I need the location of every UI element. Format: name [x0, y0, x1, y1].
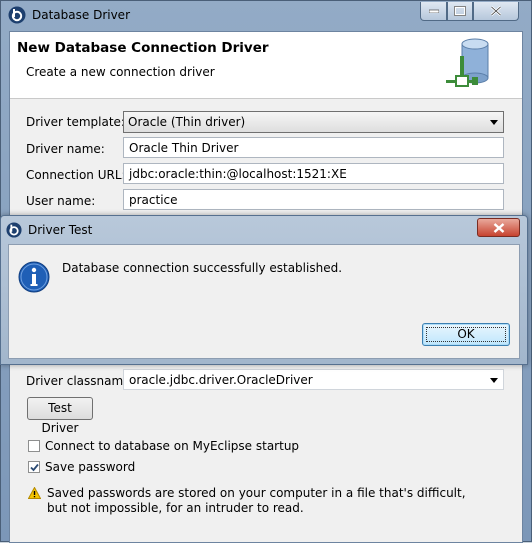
- driver-template-select[interactable]: Oracle (Thin driver): [123, 111, 504, 133]
- connection-url-field[interactable]: jdbc:oracle:thin:@localhost:1521:XE: [123, 163, 504, 184]
- focus-ring: [426, 327, 506, 342]
- driver-template-label: Driver template:: [26, 115, 125, 129]
- connect-on-startup-label: Connect to database on MyEclipse startup: [45, 439, 300, 453]
- dialog-title-bar[interactable]: Driver Test: [1, 216, 527, 244]
- save-password-checkbox[interactable]: [28, 461, 40, 473]
- window-title-bar[interactable]: Database Driver: [1, 1, 531, 31]
- chevron-down-icon: [490, 120, 498, 125]
- warning-icon: [28, 487, 41, 499]
- ok-button[interactable]: OK: [422, 323, 510, 346]
- wizard-banner: New Database Connection Driver Create a …: [10, 32, 522, 99]
- save-password-label: Save password: [45, 460, 136, 474]
- connect-on-startup-checkbox[interactable]: [28, 440, 40, 452]
- maximize-button[interactable]: [447, 2, 473, 21]
- driver-test-dialog: Driver Test Database connection successf…: [0, 215, 528, 365]
- maximize-icon: [454, 6, 466, 16]
- close-button[interactable]: [473, 2, 519, 21]
- test-driver-button[interactable]: Test Driver: [27, 397, 93, 435]
- window-title: Database Driver: [32, 8, 130, 22]
- driver-classname-select[interactable]: oracle.jdbc.driver.OracleDriver: [123, 369, 504, 390]
- user-name-label: User name:: [26, 194, 96, 208]
- chevron-down-icon: [490, 378, 498, 383]
- dialog-close-button[interactable]: [477, 218, 520, 237]
- driver-name-field[interactable]: Oracle Thin Driver: [123, 137, 504, 158]
- dialog-title: Driver Test: [28, 223, 93, 237]
- checkmark-icon: [30, 463, 39, 472]
- information-icon: [18, 261, 50, 293]
- minimize-icon: [428, 9, 439, 13]
- close-icon: [493, 222, 504, 233]
- connection-url-label: Connection URL:: [26, 168, 126, 182]
- myeclipse-app-icon: [6, 222, 22, 238]
- dialog-content: Database connection successfully establi…: [8, 244, 520, 359]
- driver-name-label: Driver name:: [26, 142, 105, 156]
- minimize-button[interactable]: [420, 2, 447, 21]
- driver-template-value: Oracle (Thin driver): [128, 115, 246, 129]
- user-name-field[interactable]: practice: [123, 189, 504, 210]
- banner-subtitle: Create a new connection driver: [26, 65, 215, 79]
- myeclipse-app-icon: [8, 6, 26, 24]
- driver-classname-value: oracle.jdbc.driver.OracleDriver: [129, 373, 313, 387]
- database-connection-icon: [446, 38, 489, 87]
- banner-title: New Database Connection Driver: [17, 40, 269, 56]
- close-icon: [490, 6, 502, 16]
- warning-text: Saved passwords are stored on your compu…: [47, 486, 466, 515]
- driver-classname-label: Driver classname:: [26, 374, 135, 388]
- dialog-message: Database connection successfully establi…: [62, 261, 343, 275]
